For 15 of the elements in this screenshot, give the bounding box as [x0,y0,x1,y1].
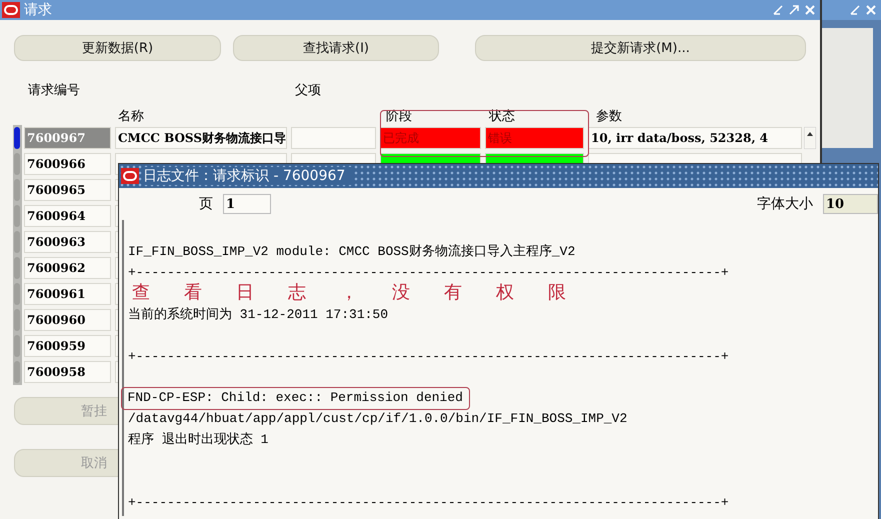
log-line: +---------------------------------------------------------------------------+ [128,494,729,510]
log-line: +---------------------------------------------------------------------------+ [128,264,729,280]
column-header: 请求编号 [28,82,80,99]
page-label: 页 [199,195,213,213]
log-line: 程序 退出时出现状态 1 [128,432,268,448]
column-header: 父项 [295,82,321,99]
log-line: 当前的系统时间为 31-12-2011 17:31:50 [128,306,388,322]
font-size-label: 字体大小 [757,195,813,213]
handwritten-annotation: 查看日志，没有权限 [132,283,600,302]
column-header: 参数 [596,108,622,125]
log-line: IF_FIN_BOSS_IMP_V2 module: CMCC BOSS财务物流接口导入主程序_V2 [128,244,576,260]
window-title: 请求 [24,1,52,19]
column-header: 名称 [118,108,144,125]
window-title: 日志文件：请求标识 - 7600967 [143,167,354,185]
log-line: +---------------------------------------------------------------------------+ [128,348,729,364]
